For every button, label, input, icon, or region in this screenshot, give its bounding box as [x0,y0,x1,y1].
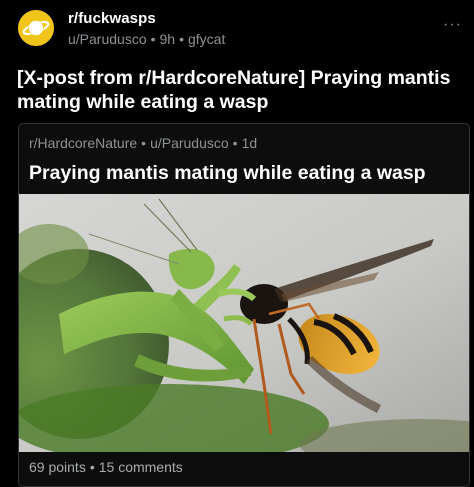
post-age: 9h [159,31,176,47]
crosspost-age: 1d [241,135,258,151]
post-header: r/fuckwasps u/Parudusco • 9h • gfycat ··· [0,0,474,60]
mantis-wasp-image [19,194,469,452]
meta-separator: • [232,135,238,151]
author-link[interactable]: u/Parudusco [68,31,147,47]
planet-avatar-icon [18,10,54,46]
more-options-icon[interactable]: ··· [443,16,462,34]
crosspost-subreddit[interactable]: r/HardcoreNature [29,135,137,151]
meta-separator: • [179,31,184,47]
meta-separator: • [89,459,95,475]
subreddit-name[interactable]: r/fuckwasps [68,10,156,27]
post-domain[interactable]: gfycat [188,31,225,47]
crosspost-card[interactable]: r/HardcoreNature • u/Parudusco • 1d Praying … [18,123,470,487]
subreddit-avatar[interactable] [18,10,54,46]
crosspost-stats: 69 points • 15 comments [29,459,183,475]
crosspost-title[interactable]: Praying mantis mating while eating a was… [29,161,461,185]
meta-separator: • [141,135,147,151]
media-preview[interactable] [19,194,469,452]
post-meta: u/Parudusco • 9h • gfycat [68,31,225,47]
points-count: 69 points [29,459,86,475]
meta-separator: • [150,31,156,47]
crosspost-meta: r/HardcoreNature • u/Parudusco • 1d [29,135,257,151]
post-title[interactable]: [X-post from r/HardcoreNature] Praying m… [17,66,467,114]
crosspost-author[interactable]: u/Parudusco [150,135,229,151]
comments-link[interactable]: 15 comments [99,459,183,475]
